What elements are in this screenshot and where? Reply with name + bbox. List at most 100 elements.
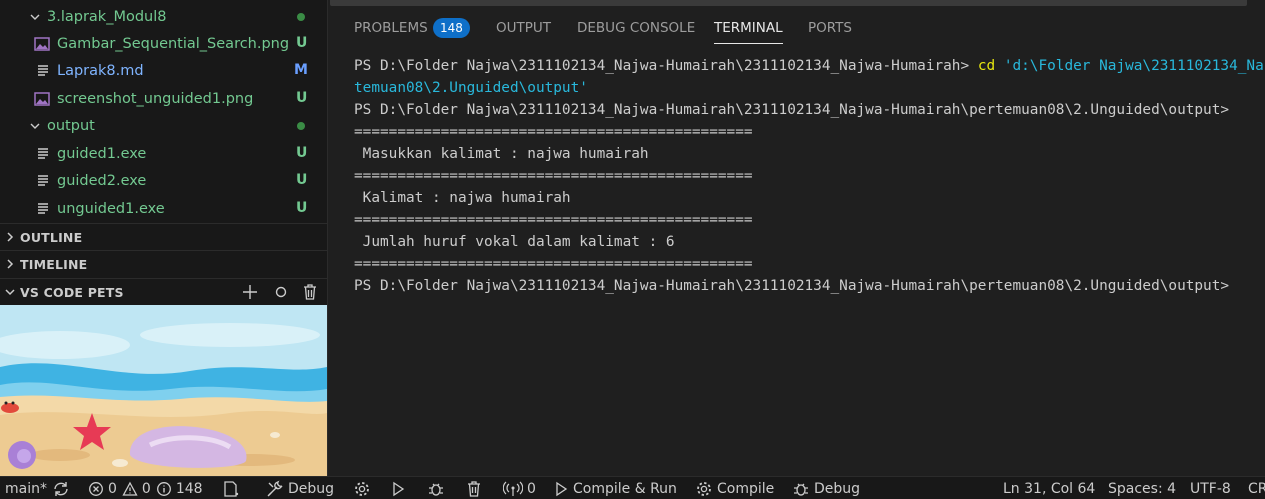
tree-item-screenshot-png[interactable]: screenshot_unguided1.png U [0,85,327,112]
section-title: TIMELINE [20,257,88,272]
terminal-prompt: PS D:\Folder Najwa\2311102134_Najwa-Huma… [354,58,970,74]
status-bar: main* 0 0 148 Debug 0 Compile & Run Comp… [0,476,1265,499]
play-icon [556,481,568,496]
terminal-command: cd [977,58,996,74]
radio-tower-icon [503,481,523,496]
pets-beach-scene [0,305,327,476]
bug-icon [794,483,808,496]
warning-icon [122,481,138,496]
ports-count: 0 [527,480,536,497]
cursor-position-label: Ln 31, Col 64 [1003,480,1096,497]
bottom-panel: PROBLEMS 148 OUTPUT DEBUG CONSOLE TERMIN… [329,0,1265,476]
output-button[interactable] [222,479,242,498]
compile-run-button[interactable]: Compile & Run [553,479,677,498]
section-timeline[interactable]: TIMELINE [0,250,327,277]
text-file-icon [38,65,48,76]
gear-icon [697,481,711,496]
problems-count-badge: 148 [433,18,470,38]
compile-button[interactable]: Compile [695,479,774,498]
file-output-icon [224,480,239,497]
terminal-command-arg: 'd:\Folder Najwa\2311102134_Najwa-Humair… [1003,58,1265,74]
debug-run-button[interactable]: Debug [792,479,860,498]
section-vs-code-pets[interactable]: VS CODE PETS [0,278,327,305]
gear-icon [355,481,369,496]
cursor-position[interactable]: Ln 31, Col 64 [1003,479,1095,498]
debug-label: Debug [288,480,335,497]
tab-debug-console[interactable]: DEBUG CONSOLE [577,14,695,44]
chevron-down-icon [30,14,40,20]
chevron-right-icon [7,232,14,242]
compile-label: Compile [717,480,775,497]
info-icon [156,481,171,496]
branch-name: main* [5,480,47,497]
tree-item-unguided1-exe[interactable]: unguided1.exe U [0,195,327,222]
terminal-separator: ========================================… [354,124,753,140]
tab-ports[interactable]: PORTS [808,14,852,44]
run-button[interactable] [390,479,406,498]
encoding-status[interactable]: UTF-8 [1190,479,1231,498]
horizontal-scrollbar[interactable] [330,0,1247,6]
terminal-separator: ========================================… [354,168,753,184]
debug-tools-button[interactable]: Debug [266,479,334,498]
branch-status[interactable]: main* [0,479,47,498]
ports-status[interactable]: 0 [503,479,536,498]
terminal-line: PS D:\Folder Najwa\2311102134_Najwa-Huma… [354,102,1230,118]
throw-ball-icon[interactable] [271,282,291,302]
tree-item-guided1-exe[interactable]: guided1.exe U [0,140,327,167]
sync-icon [54,481,68,496]
tree-item-label: guided1.exe [57,145,147,162]
image-file-icon [34,92,50,106]
debug-button[interactable] [427,479,445,498]
sync-button[interactable] [52,479,70,498]
modified-dot-icon [297,13,305,21]
info-count: 148 [175,480,203,497]
eol-status[interactable]: CR [1248,479,1265,498]
terminal-line: Kalimat : najwa humairah [354,190,571,206]
warning-count: 0 [141,480,151,497]
terminal-line: PS D:\Folder Najwa\2311102134_Najwa-Huma… [354,278,1230,294]
compile-run-label: Compile & Run [573,480,677,497]
play-icon [393,481,405,496]
tools-icon [267,479,283,496]
tab-output[interactable]: OUTPUT [496,14,551,44]
tree-item-label: guided2.exe [57,172,147,189]
git-status-badge: U [296,35,308,51]
section-title: VS CODE PETS [20,285,124,300]
tree-item-label: screenshot_unguided1.png [57,90,254,107]
problems-status[interactable]: 0 0 148 [88,479,203,498]
settings-button[interactable] [353,479,371,498]
tree-item-label: Laprak8.md [57,62,144,79]
tree-item-gambar-png[interactable]: Gambar_Sequential_Search.png U [0,30,327,57]
debug-run-label: Debug [814,480,861,497]
tree-item-laprak8-md[interactable]: Laprak8.md M [0,57,327,84]
error-count: 0 [108,480,117,497]
tree-item-folder-laprak-modul8[interactable]: 3.laprak_Modul8 [0,3,327,30]
explorer-sidebar: 3.laprak_Modul8 Gambar_Sequential_Search… [0,0,328,476]
terminal-output[interactable]: PS D:\Folder Najwa\2311102134_Najwa-Huma… [354,55,1265,455]
chevron-down-icon [30,123,40,129]
tree-item-guided2-exe[interactable]: guided2.exe U [0,167,327,194]
trash-icon[interactable] [300,282,320,302]
git-status-badge: U [296,90,308,106]
tab-problems[interactable]: PROBLEMS [354,14,428,44]
clear-button[interactable] [465,479,483,498]
git-status-badge: U [296,145,308,161]
chevron-right-icon [7,259,14,269]
indentation-label: Spaces: 4 [1108,480,1177,497]
git-status-badge: M [294,62,308,78]
text-file-icon [38,148,48,159]
tree-item-label: unguided1.exe [57,200,165,217]
eol-label: CR [1248,480,1265,497]
add-pet-icon[interactable] [240,282,260,302]
terminal-line: Masukkan kalimat : najwa humairah [354,146,649,162]
trash-icon [468,480,480,497]
section-title: OUTLINE [20,230,83,245]
tree-item-folder-output[interactable]: output [0,112,327,139]
indentation-status[interactable]: Spaces: 4 [1108,479,1176,498]
section-outline[interactable]: OUTLINE [0,223,327,250]
modified-dot-icon [297,122,305,130]
tree-item-label: 3.laprak_Modul8 [47,8,167,25]
chevron-down-icon [5,289,15,296]
tab-terminal[interactable]: TERMINAL [714,14,783,44]
bug-icon [429,483,443,496]
